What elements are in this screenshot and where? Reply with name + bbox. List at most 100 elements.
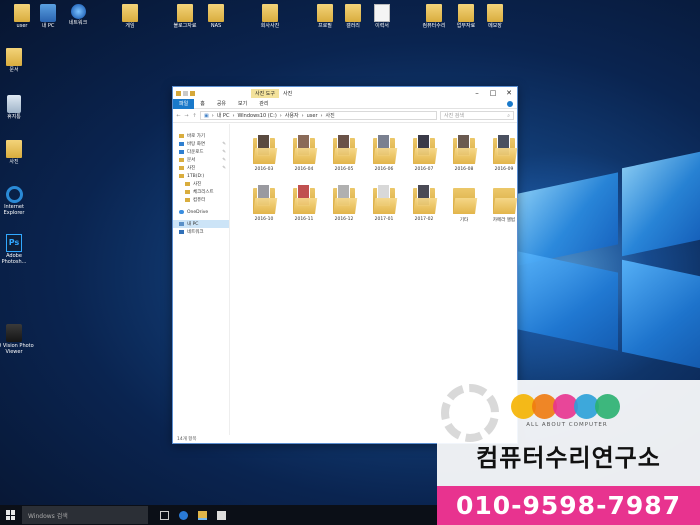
ribbon-tab[interactable]: 보기 [232, 99, 253, 109]
desktop-icon-label: 이력서 [375, 23, 389, 29]
folder-item[interactable]: 카메라 앨범 [484, 184, 524, 223]
maximize-button[interactable]: □ [485, 87, 501, 99]
nav-item[interactable]: 바로 가기 [173, 132, 229, 140]
taskbar-search-placeholder: Windows 검색 [28, 512, 68, 520]
nav-item-label: 다운로드 [187, 150, 204, 155]
folder-item[interactable]: 2016-11 [284, 184, 324, 223]
breadcrumb-item[interactable]: Windows10 (C:) [237, 113, 276, 119]
desktop-icon[interactable]: 이력서 [362, 4, 402, 30]
nav-item-label: 네트워크 [187, 230, 204, 235]
folder-item[interactable]: 2016-06 [364, 134, 404, 172]
folder-item[interactable]: 2016-04 [284, 134, 324, 172]
breadcrumb-item[interactable]: 사진 [326, 112, 335, 119]
folder-icon [6, 140, 22, 158]
start-button[interactable] [6, 510, 16, 520]
breadcrumb-item[interactable]: 내 PC [217, 112, 230, 119]
folder-item[interactable]: 2016-12 [324, 184, 364, 223]
folder-item[interactable]: 2017-01 [364, 184, 404, 223]
close-button[interactable]: ✕ [501, 87, 517, 99]
desktop-icon[interactable]: 회사사진 [250, 4, 290, 30]
folder-icon [458, 4, 474, 22]
search-input[interactable]: 사진 검색 ⌕ [440, 111, 514, 120]
nav-item-label: 체크리스트 [193, 190, 214, 195]
ad-tagline: ALL ABOUT COMPUTER [526, 422, 608, 428]
edge-icon[interactable] [179, 510, 188, 520]
pin-icon: ✎ [222, 157, 226, 163]
forward-arrow-icon[interactable]: → [184, 113, 189, 119]
pin-icon: ✎ [222, 141, 226, 147]
nav-item[interactable]: 사진 [173, 180, 229, 188]
nav-item[interactable]: 문서 ✎ [173, 156, 229, 164]
desktop-icon[interactable]: 사진 [0, 140, 34, 166]
nav-item[interactable]: 다운로드 ✎ [173, 148, 229, 156]
desktop-icon[interactable]: NAS [196, 4, 236, 30]
folder-icon [179, 134, 184, 138]
taskbar-search[interactable]: Windows 검색 [22, 506, 148, 524]
desktop-icon[interactable]: Internet Explorer [0, 186, 34, 216]
properties-icon[interactable] [183, 90, 188, 96]
ribbon-tab[interactable]: 관리 [253, 99, 274, 109]
folder-item[interactable]: 2016-08 [444, 134, 484, 172]
folder-icon [373, 184, 398, 214]
chevron-right-icon[interactable]: › [212, 113, 214, 119]
desktop-icon-label: 메모장 [488, 23, 502, 29]
folder-item[interactable]: 2016-03 [244, 134, 284, 172]
nav-item[interactable]: 바탕 화면 ✎ [173, 140, 229, 148]
nav-item[interactable]: 사진 ✎ [173, 164, 229, 172]
up-arrow-icon[interactable]: ↑ [192, 113, 197, 119]
desktop-icon[interactable]: 메모장 [475, 4, 515, 30]
desktop-icon[interactable]: Ps Adobe Photosh... [0, 234, 34, 265]
breadcrumb-item[interactable]: 사용자 [285, 112, 299, 119]
chevron-right-icon[interactable]: › [232, 113, 234, 119]
folder-item[interactable]: 2016-10 [244, 184, 284, 223]
folder-item[interactable]: 기타 [444, 184, 484, 223]
ribbon-tab[interactable]: 홈 [194, 99, 211, 109]
nav-item[interactable]: 체크리스트 [173, 188, 229, 196]
folder-label: 2017-02 [414, 217, 434, 222]
folder-icon [179, 150, 184, 154]
file-explorer-icon[interactable] [198, 510, 207, 520]
store-icon[interactable] [217, 510, 226, 520]
pin-icon: ✎ [222, 165, 226, 171]
desktop-icon-label: 내 PC [41, 23, 55, 29]
help-icon[interactable] [507, 100, 513, 107]
network-icon [70, 4, 86, 19]
desktop-icon[interactable]: 문서 [0, 48, 34, 74]
chevron-right-icon[interactable]: › [280, 113, 282, 119]
task-view-icon[interactable] [160, 510, 169, 520]
desktop-icon[interactable]: 네트워크 [58, 4, 98, 27]
context-tab-label[interactable]: 사진 도구 [251, 88, 279, 98]
new-folder-icon[interactable] [190, 90, 195, 96]
desktop-icon[interactable]: 게임 [110, 4, 150, 30]
desktop-icon-label: 3D Vision Photo Viewer [0, 343, 34, 355]
nav-item[interactable]: 네트워크 [173, 228, 229, 236]
nav-item[interactable]: 1TB(D:) [173, 172, 229, 180]
back-arrow-icon[interactable]: ← [176, 113, 181, 119]
chevron-right-icon[interactable]: › [321, 113, 323, 119]
folder-icon [179, 166, 184, 170]
folder-item[interactable]: 2016-09 [484, 134, 524, 172]
title-bar[interactable]: 사진 도구 사진 – □ ✕ [173, 87, 517, 99]
desktop-icon-label: NAS [210, 23, 222, 29]
desktop-icon[interactable]: 3D Vision Photo Viewer [0, 324, 34, 355]
folder-icon [373, 134, 398, 164]
chevron-right-icon[interactable]: › [302, 113, 304, 119]
folder-icon [317, 4, 333, 22]
address-path[interactable]: ▣ › 내 PC › Windows10 (C:) › 사용자 › user › 사진 [200, 111, 437, 120]
ribbon-tab[interactable]: 공유 [211, 99, 232, 109]
desktop-icon-label: 업무자료 [456, 23, 476, 29]
folder-icon [208, 4, 224, 22]
desktop-icon-label: 갤러리 [346, 23, 360, 29]
folder-icon [333, 134, 358, 164]
nav-item[interactable]: 컴퓨터 [173, 196, 229, 204]
folder-item[interactable]: 2017-02 [404, 184, 444, 223]
minimize-button[interactable]: – [469, 87, 485, 99]
nav-item[interactable]: OneDrive [173, 208, 229, 216]
ribbon-tab[interactable]: 파일 [173, 98, 195, 109]
folder-item[interactable]: 2016-05 [324, 134, 364, 172]
breadcrumb-item[interactable]: user [307, 113, 318, 119]
nav-item-label: 바로 가기 [187, 134, 205, 139]
desktop-icon[interactable]: 휴지통 [0, 95, 34, 121]
nav-item[interactable]: 내 PC [173, 220, 229, 228]
folder-item[interactable]: 2016-07 [404, 134, 444, 172]
